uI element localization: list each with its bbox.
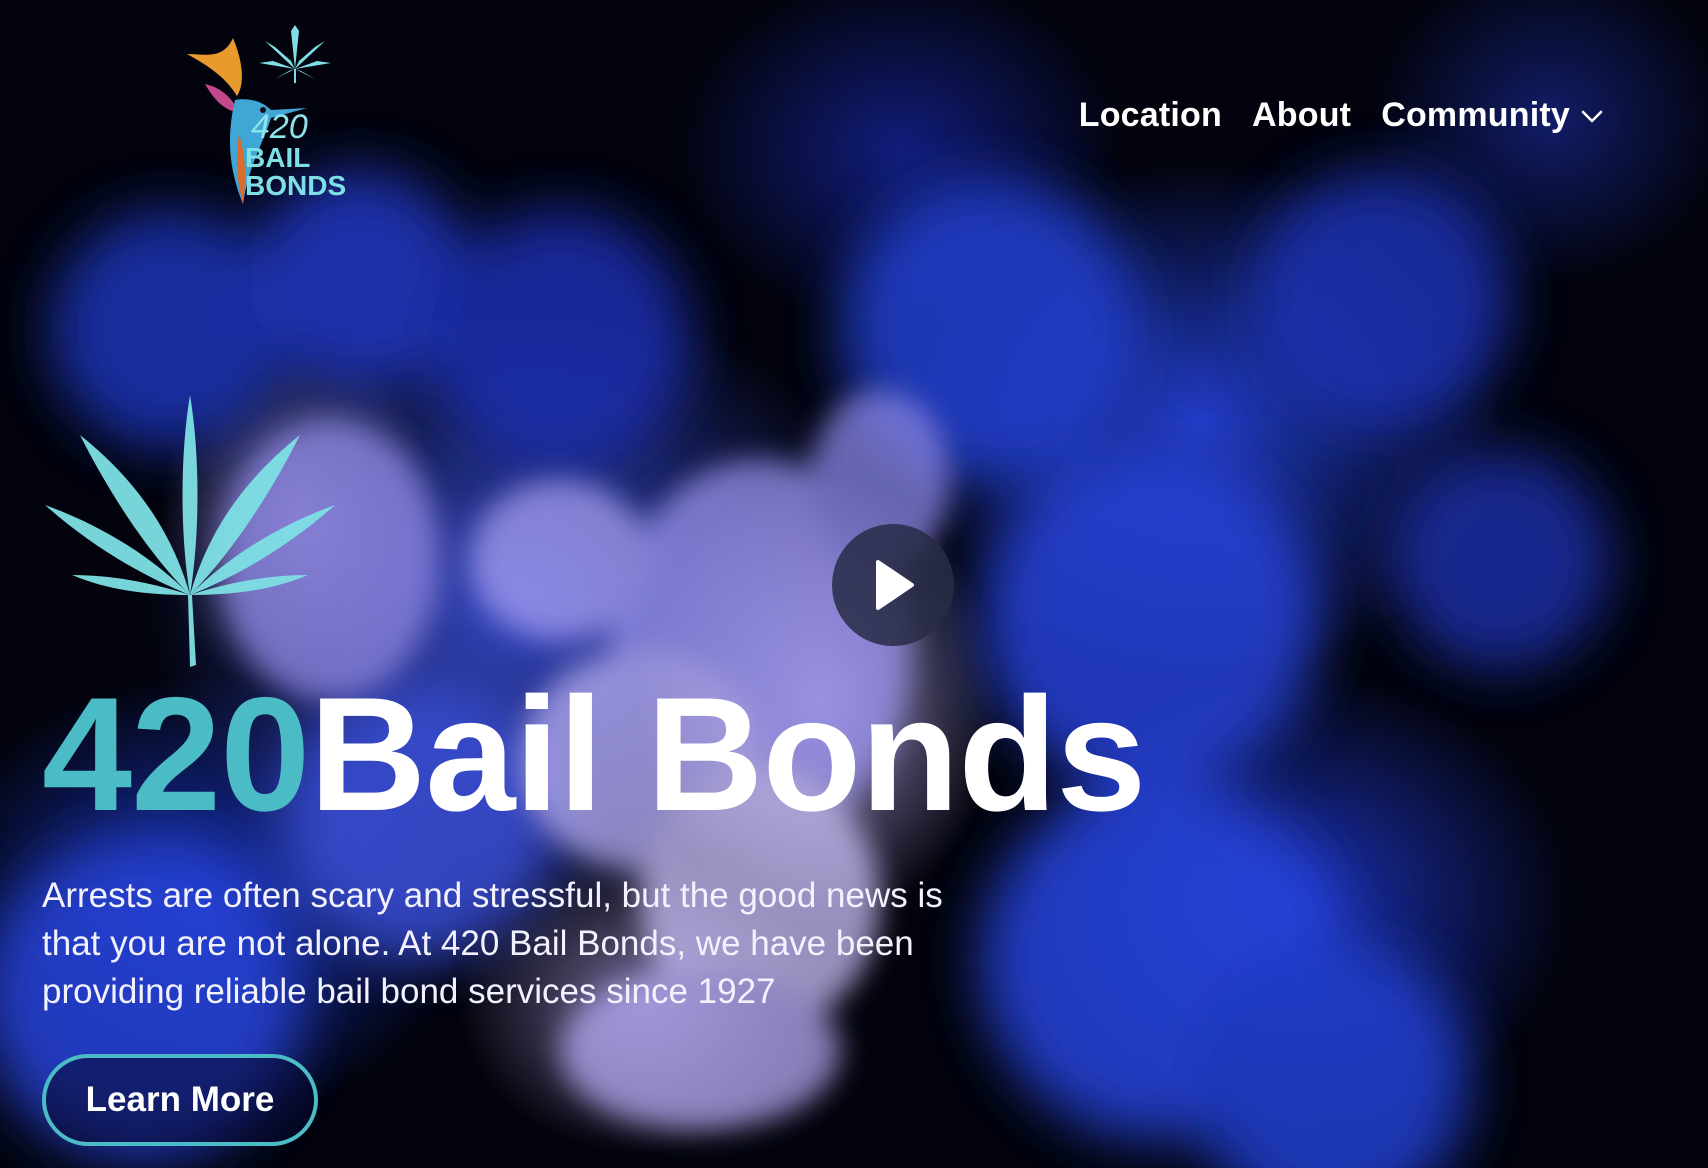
chevron-down-icon — [1581, 110, 1603, 122]
nav-location-label: Location — [1078, 96, 1222, 134]
logo-text: 420 BAIL BONDS — [245, 110, 346, 200]
play-icon — [876, 560, 914, 610]
nav-community-label: Community — [1381, 96, 1570, 134]
nav-community[interactable]: Community — [1381, 96, 1604, 135]
nav-about[interactable]: About — [1252, 96, 1351, 135]
logo-line-2: BAIL — [245, 142, 311, 173]
hero-title-main: Bail Bonds — [309, 664, 1146, 845]
logo-line-3: BONDS — [245, 170, 347, 201]
learn-more-label: Learn More — [85, 1080, 275, 1119]
play-video-button[interactable] — [832, 524, 954, 646]
cannabis-leaf-icon — [45, 395, 335, 667]
logo-line-1: 420 — [251, 108, 308, 146]
hero-title: 420Bail Bonds — [42, 669, 1146, 840]
learn-more-button[interactable]: Learn More — [42, 1054, 318, 1146]
nav-about-label: About — [1252, 96, 1352, 134]
site-logo[interactable]: 420 BAIL BONDS — [175, 14, 375, 224]
hero-section: 420 BAIL BONDS Location About Community — [0, 0, 1708, 1168]
hero-description: Arrests are often scary and stressful, b… — [42, 876, 943, 1011]
main-nav: Location About Community — [1079, 96, 1604, 135]
hero-title-accent: 420 — [42, 664, 310, 845]
nav-location[interactable]: Location — [1079, 96, 1222, 135]
